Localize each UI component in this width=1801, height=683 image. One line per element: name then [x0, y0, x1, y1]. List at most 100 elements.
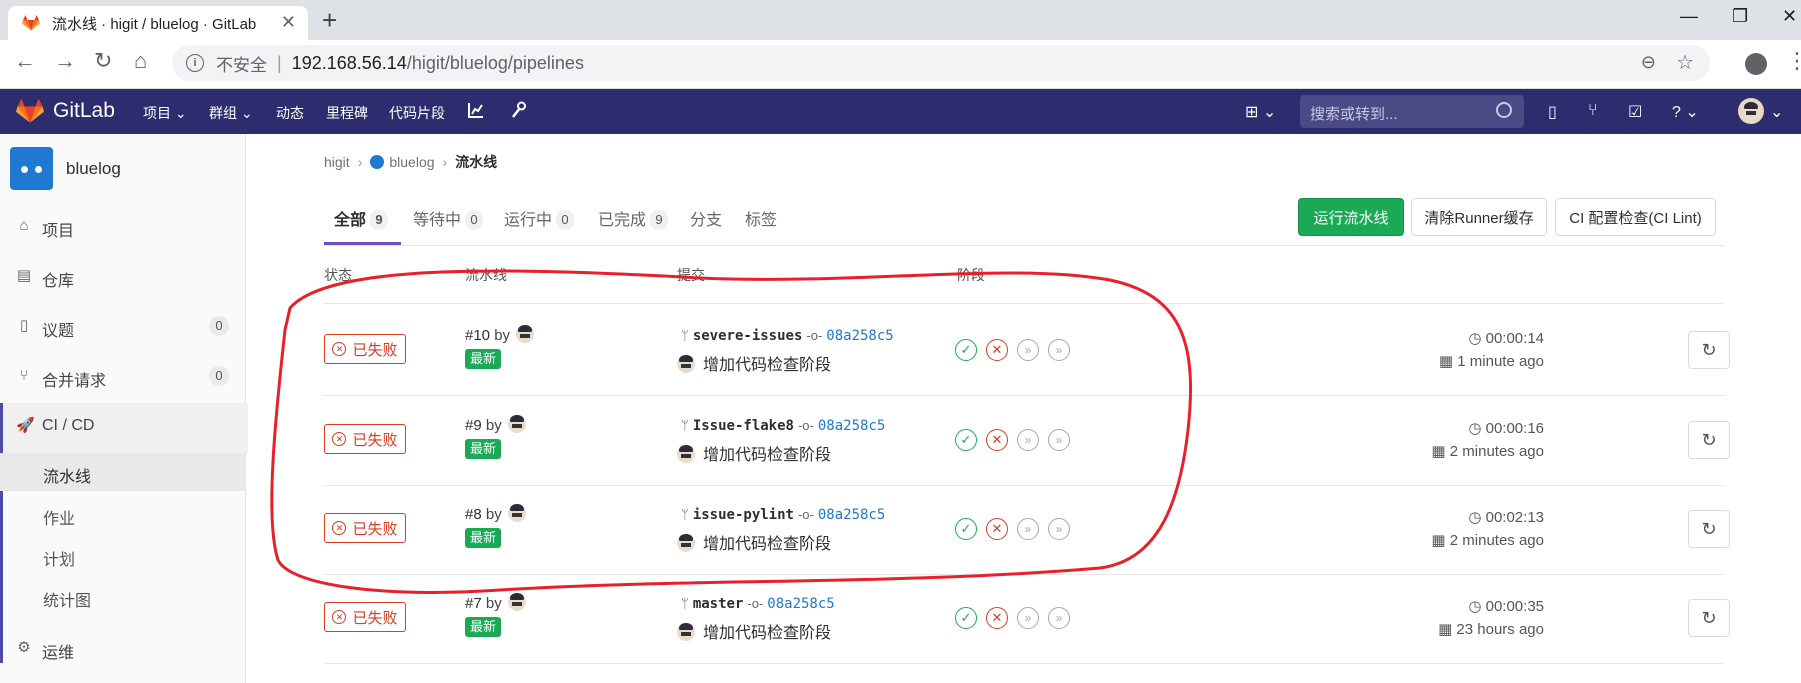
tab-branches[interactable]: 分支: [690, 206, 722, 230]
tab-all[interactable]: 全部 9: [334, 206, 389, 230]
ci-lint-button[interactable]: CI 配置检查(CI Lint): [1555, 198, 1716, 236]
nav-milestones[interactable]: 里程碑: [326, 103, 368, 123]
nav-projects[interactable]: 项目 ⌄: [143, 103, 187, 123]
todos-icon[interactable]: ☑: [1628, 102, 1642, 122]
breadcrumb-group[interactable]: higit: [324, 154, 350, 170]
stage-skipped-icon[interactable]: »: [1017, 518, 1039, 540]
author-avatar[interactable]: [677, 623, 695, 641]
nav-snippets[interactable]: 代码片段: [389, 103, 445, 123]
reload-icon[interactable]: ↻: [94, 48, 112, 74]
window-close-icon[interactable]: ✕: [1782, 6, 1797, 27]
tab-pending[interactable]: 等待中 0: [413, 206, 484, 230]
info-icon[interactable]: i: [186, 54, 204, 72]
pipeline-link[interactable]: #7: [465, 595, 482, 612]
pipeline-link[interactable]: #9: [465, 417, 482, 434]
nav-groups[interactable]: 群组 ⌄: [209, 103, 253, 123]
gitlab-logo-icon[interactable]: [16, 98, 44, 124]
stage-skipped-icon[interactable]: »: [1048, 518, 1070, 540]
user-menu-chevron-icon[interactable]: ⌄: [1770, 102, 1783, 122]
sidebar-item-repository[interactable]: ▤ 仓库: [0, 253, 245, 301]
sidebar-subitem-schedules[interactable]: 计划: [43, 546, 75, 570]
status-badge[interactable]: ✕ 已失败: [324, 334, 406, 364]
sidebar-item-merge-requests[interactable]: ⑂ 合并请求 0: [0, 353, 245, 401]
retry-button[interactable]: ↻: [1688, 510, 1730, 548]
status-badge[interactable]: ✕ 已失败: [324, 602, 406, 632]
tab-finished[interactable]: 已完成 9: [598, 206, 669, 230]
pipeline-link[interactable]: #8: [465, 506, 482, 523]
clear-runner-cache-button[interactable]: 清除Runner缓存: [1411, 198, 1547, 236]
sidebar-item-operations[interactable]: ⚙ 运维: [0, 625, 245, 673]
back-icon[interactable]: ←: [14, 48, 36, 74]
breadcrumb-project[interactable]: bluelog: [389, 154, 434, 170]
stage-success-icon[interactable]: ✓: [955, 429, 977, 451]
merge-requests-icon[interactable]: ⑂: [1588, 102, 1598, 120]
minimize-icon[interactable]: —: [1680, 6, 1698, 27]
commit-sha-link[interactable]: 08a258c5: [767, 596, 834, 612]
sidebar-subitem-charts[interactable]: 统计图: [43, 587, 91, 611]
stage-failed-icon[interactable]: ✕: [986, 607, 1008, 629]
branch-link[interactable]: issue-pylint: [693, 507, 794, 523]
stage-failed-icon[interactable]: ✕: [986, 339, 1008, 361]
wrench-icon[interactable]: [510, 101, 526, 119]
run-pipeline-button[interactable]: 运行流水线: [1298, 198, 1404, 236]
help-icon[interactable]: ? ⌄: [1672, 102, 1699, 122]
stage-skipped-icon[interactable]: »: [1017, 339, 1039, 361]
stage-success-icon[interactable]: ✓: [955, 518, 977, 540]
home-icon[interactable]: ⌂: [134, 48, 147, 74]
stage-skipped-icon[interactable]: »: [1048, 607, 1070, 629]
stage-failed-icon[interactable]: ✕: [986, 518, 1008, 540]
retry-button[interactable]: ↻: [1688, 599, 1730, 637]
stage-success-icon[interactable]: ✓: [955, 607, 977, 629]
retry-button[interactable]: ↻: [1688, 421, 1730, 459]
gitlab-brand[interactable]: GitLab: [53, 99, 115, 123]
chart-icon[interactable]: [468, 102, 484, 118]
branch-link[interactable]: Issue-flake8: [693, 418, 794, 434]
author-avatar[interactable]: [677, 534, 695, 552]
project-avatar[interactable]: [10, 147, 53, 190]
profile-icon[interactable]: [1745, 53, 1767, 75]
address-bar[interactable]: i 不安全 | 192.168.56.14 /higit/bluelog/pip…: [172, 45, 1710, 81]
nav-activity[interactable]: 动态: [276, 103, 304, 123]
project-name[interactable]: bluelog: [66, 159, 121, 179]
branch-link[interactable]: master: [693, 596, 744, 612]
sidebar-item-issues[interactable]: ▯ 议题 0: [0, 303, 245, 351]
pipeline-link[interactable]: #10: [465, 327, 490, 344]
forward-icon[interactable]: →: [54, 48, 76, 74]
stage-skipped-icon[interactable]: »: [1048, 429, 1070, 451]
bookmark-star-icon[interactable]: ☆: [1676, 50, 1694, 75]
author-avatar[interactable]: [677, 445, 695, 463]
commit-sha-link[interactable]: 08a258c5: [818, 418, 885, 434]
user-avatar[interactable]: [1738, 98, 1764, 124]
user-avatar[interactable]: [507, 415, 526, 433]
tab-tags[interactable]: 标签: [745, 206, 777, 230]
stage-failed-icon[interactable]: ✕: [986, 429, 1008, 451]
stage-skipped-icon[interactable]: »: [1017, 429, 1039, 451]
stage-skipped-icon[interactable]: »: [1048, 339, 1070, 361]
restore-icon[interactable]: ❐: [1732, 6, 1748, 27]
commit-sha-link[interactable]: 08a258c5: [826, 328, 893, 344]
tab-close-icon[interactable]: ✕: [281, 12, 296, 33]
new-dropdown-icon[interactable]: ⊞ ⌄: [1245, 102, 1276, 122]
stage-success-icon[interactable]: ✓: [955, 339, 977, 361]
new-tab-icon[interactable]: +: [322, 5, 337, 36]
user-avatar[interactable]: [507, 593, 526, 611]
status-badge[interactable]: ✕ 已失败: [324, 513, 406, 543]
stage-skipped-icon[interactable]: »: [1017, 607, 1039, 629]
search-input[interactable]: 搜索或转到...: [1300, 95, 1524, 128]
tab-running[interactable]: 运行中 0: [504, 206, 575, 230]
user-avatar[interactable]: [516, 325, 535, 343]
sidebar-item-ci-cd[interactable]: 🚀 CI / CD: [0, 403, 248, 453]
sidebar-subitem-pipelines[interactable]: 流水线: [43, 463, 91, 487]
branch-link[interactable]: severe-issues: [693, 328, 803, 344]
browser-tab[interactable]: 流水线 · higit / bluelog · GitLab ✕: [8, 6, 308, 40]
status-badge[interactable]: ✕ 已失败: [324, 424, 406, 454]
author-avatar[interactable]: [677, 355, 695, 373]
breadcrumb-current[interactable]: 流水线: [455, 154, 497, 170]
zoom-icon[interactable]: ⊖: [1641, 52, 1656, 73]
sidebar-item-project[interactable]: ⌂ 项目: [0, 203, 245, 251]
sidebar-subitem-jobs[interactable]: 作业: [43, 505, 75, 529]
browser-menu-icon[interactable]: ⋮: [1786, 48, 1801, 74]
retry-button[interactable]: ↻: [1688, 331, 1730, 369]
commit-sha-link[interactable]: 08a258c5: [818, 507, 885, 523]
user-avatar[interactable]: [507, 504, 526, 522]
